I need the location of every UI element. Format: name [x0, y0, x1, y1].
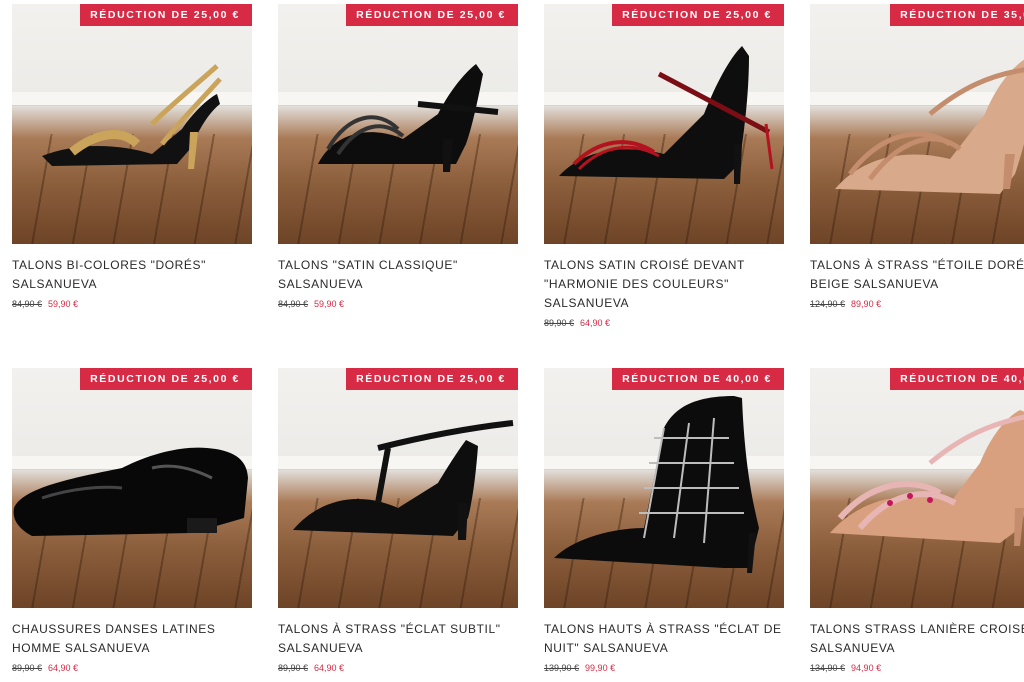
price-row: 89,90 € 64,90 €: [544, 316, 784, 330]
product-card[interactable]: RÉDUCTION DE 25,00 € TALONS "SATIN CLASS…: [278, 4, 518, 368]
product-title[interactable]: TALONS BI-COLORES "DORÉS" SALSANUEVA: [12, 256, 252, 294]
shoe-black-satin-icon: [318, 64, 499, 172]
price-row: 124,90 € 89,90 €: [810, 297, 1024, 311]
sale-price: 64,90 €: [580, 318, 611, 328]
product-grid: RÉDUCTION DE 25,00 € TALONS BI-COLORES "…: [12, 4, 1024, 682]
sale-price: 89,90 €: [851, 299, 882, 309]
product-card[interactable]: RÉDUCTION DE 40,00 TALONS STRASS LANIÈRE…: [810, 368, 1024, 682]
price-row: 84,90 € 59,90 €: [278, 297, 518, 311]
discount-badge: RÉDUCTION DE 25,00 €: [80, 368, 252, 390]
product-card[interactable]: RÉDUCTION DE 25,00 € TALONS BI-COLORES "…: [12, 4, 252, 368]
price-row: 89,90 € 64,90 €: [278, 661, 518, 675]
discount-badge: RÉDUCTION DE 40,00 €: [612, 368, 784, 390]
price-row: 84,90 € 59,90 €: [12, 297, 252, 311]
discount-badge: RÉDUCTION DE 35,00: [890, 4, 1024, 26]
sale-price: 59,90 €: [48, 299, 79, 309]
old-price: 84,90 €: [12, 299, 43, 309]
old-price: 89,90 €: [12, 663, 43, 673]
product-title[interactable]: TALONS À STRASS "ÉTOILE DORÉE" BEIGE SAL…: [810, 256, 1024, 294]
price-row: 139,90 € 99,90 €: [544, 661, 784, 675]
shoe-pink-strass-icon: [830, 410, 1024, 546]
old-price: 139,90 €: [544, 663, 580, 673]
bootie-black-strass-icon: [554, 396, 759, 573]
product-image[interactable]: RÉDUCTION DE 25,00 €: [278, 368, 518, 608]
sale-price: 64,90 €: [314, 663, 345, 673]
product-image[interactable]: RÉDUCTION DE 25,00 €: [278, 4, 518, 244]
product-title[interactable]: TALONS STRASS LANIÈRE CROISÉE SALSANUEVA: [810, 620, 1024, 658]
shoe-black-tstrap-icon: [293, 420, 514, 540]
product-title[interactable]: TALONS "SATIN CLASSIQUE" SALSANUEVA: [278, 256, 518, 294]
old-price: 89,90 €: [544, 318, 575, 328]
shoe-black-red-icon: [559, 46, 774, 184]
shoe-mens-patent-icon: [13, 447, 248, 536]
discount-badge: RÉDUCTION DE 25,00 €: [346, 368, 518, 390]
discount-badge: RÉDUCTION DE 25,00 €: [346, 4, 518, 26]
old-price: 134,90 €: [810, 663, 846, 673]
product-image[interactable]: RÉDUCTION DE 40,00: [810, 368, 1024, 608]
price-row: 89,90 € 64,90 €: [12, 661, 252, 675]
discount-badge: RÉDUCTION DE 25,00 €: [80, 4, 252, 26]
product-card[interactable]: RÉDUCTION DE 25,00 € CHAUSSURES DANSES L…: [12, 368, 252, 682]
price-row: 134,90 € 94,90 €: [810, 661, 1024, 675]
sale-price: 64,90 €: [48, 663, 79, 673]
product-image[interactable]: RÉDUCTION DE 35,00: [810, 4, 1024, 244]
product-title[interactable]: TALONS SATIN CROISÉ DEVANT "HARMONIE DES…: [544, 256, 784, 313]
product-title[interactable]: TALONS HAUTS À STRASS "ÉCLAT DE NUIT" SA…: [544, 620, 784, 658]
sale-price: 99,90 €: [585, 663, 616, 673]
product-card[interactable]: RÉDUCTION DE 25,00 € TALONS SATIN CROISÉ…: [544, 4, 784, 368]
old-price: 124,90 €: [810, 299, 846, 309]
shoe-beige-strass-icon: [835, 59, 1024, 194]
product-image[interactable]: RÉDUCTION DE 25,00 €: [12, 4, 252, 244]
product-card[interactable]: RÉDUCTION DE 35,00 TALONS À STRASS "ÉTOI…: [810, 4, 1024, 368]
discount-badge: RÉDUCTION DE 25,00 €: [612, 4, 784, 26]
old-price: 89,90 €: [278, 663, 309, 673]
old-price: 84,90 €: [278, 299, 309, 309]
sale-price: 59,90 €: [314, 299, 345, 309]
product-image[interactable]: RÉDUCTION DE 25,00 €: [12, 368, 252, 608]
product-card[interactable]: RÉDUCTION DE 40,00 € TALONS HAUTS À STRA…: [544, 368, 784, 682]
shoe-gold-black-icon: [42, 64, 222, 169]
product-title[interactable]: CHAUSSURES DANSES LATINES HOMME SALSANUE…: [12, 620, 252, 658]
product-card[interactable]: RÉDUCTION DE 25,00 € TALONS À STRASS "ÉC…: [278, 368, 518, 682]
product-image[interactable]: RÉDUCTION DE 40,00 €: [544, 368, 784, 608]
discount-badge: RÉDUCTION DE 40,00: [890, 368, 1024, 390]
product-image[interactable]: RÉDUCTION DE 25,00 €: [544, 4, 784, 244]
sale-price: 94,90 €: [851, 663, 882, 673]
product-title[interactable]: TALONS À STRASS "ÉCLAT SUBTIL" SALSANUEV…: [278, 620, 518, 658]
